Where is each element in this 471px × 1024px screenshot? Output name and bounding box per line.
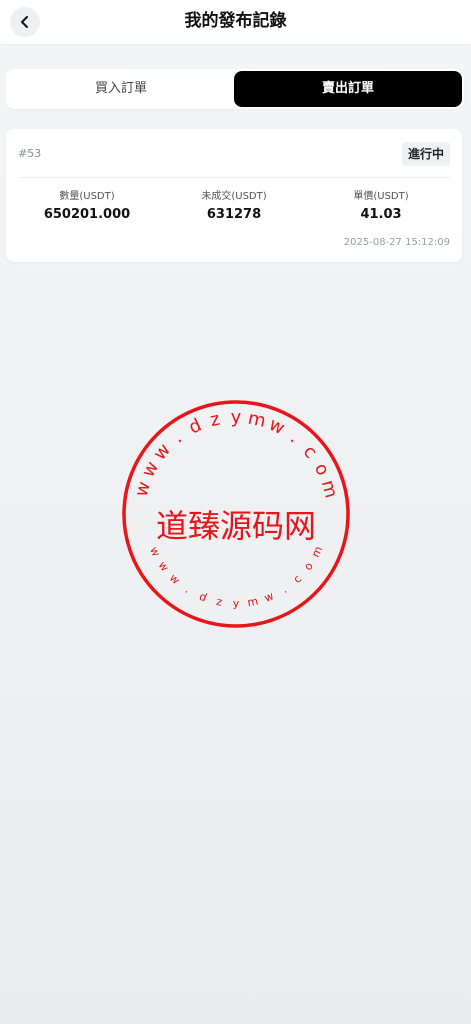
stamp-ring-char: c (299, 441, 321, 462)
stamp-ring-char: w (156, 559, 172, 574)
order-card[interactable]: #53 進行中 數量(USDT) 650201.000 未成交(USDT) 63… (6, 129, 462, 262)
price-stat: 單價(USDT) 41.03 (306, 190, 456, 224)
stamp-ring-char: d (197, 590, 208, 605)
stamp-ring-char: z (215, 595, 223, 609)
tab-sell-orders[interactable]: 賣出訂單 (234, 71, 462, 107)
app-header: 我的發布記錄 (0, 0, 471, 44)
page-title: 我的發布記錄 (184, 11, 287, 31)
stamp-ring-char: y (231, 407, 242, 428)
tab-buy-orders[interactable]: 買入訂單 (8, 71, 234, 107)
stamp-ring-char: c (291, 572, 304, 586)
quantity-value: 650201.000 (43, 207, 131, 222)
stamp-ring-char: o (310, 460, 334, 479)
stamp-ring-char: o (301, 560, 316, 573)
stamp-ring-char: w (167, 571, 182, 587)
stamp-ring-char: w (147, 545, 163, 559)
stamp-ring-text-top: www. d z y mw.com (131, 407, 342, 500)
stamp-ring-char: . (279, 583, 289, 596)
card-divider (18, 177, 450, 178)
stamp-ring-char: m (246, 595, 259, 610)
stamp-ring-char: m (246, 408, 268, 432)
status-badge: 進行中 (401, 142, 450, 166)
stamp-ring-char: w (149, 440, 175, 465)
quantity-stat: 數量(USDT) 650201.000 (12, 190, 162, 224)
stamp-ring-text-bottom: www.d z y m w .com (147, 544, 325, 610)
stamp-ring-char: z (208, 409, 222, 432)
unfilled-label: 未成交(USDT) (201, 191, 267, 202)
quantity-label: 數量(USDT) (59, 191, 115, 202)
stamp-ring-char: w (138, 458, 163, 481)
stamp-ring-char: m (317, 478, 342, 500)
stamp-ring-char: w (266, 414, 288, 439)
stamp-ring (122, 400, 350, 628)
stamp-ring-char: w (131, 479, 155, 499)
stamp-ring-char: d (186, 415, 205, 439)
stamp-ring-char: . (169, 427, 186, 447)
watermark-stamp: 道臻源码网 www. d z y mw.com www.d z y m w .com (122, 400, 350, 628)
price-value: 41.03 (360, 207, 402, 222)
order-type-tabs: 買入訂單 賣出訂單 (6, 69, 464, 109)
price-label: 單價(USDT) (353, 191, 409, 202)
stamp-ring-char: . (183, 583, 193, 596)
stamp-ring-char: . (286, 427, 303, 447)
order-timestamp: 2025-08-27 15:12:09 (343, 237, 450, 248)
stamp-ring-char: w (262, 589, 275, 604)
stamp-ring-char: m (309, 544, 325, 559)
unfilled-value: 631278 (206, 207, 262, 222)
order-id: #53 (18, 147, 42, 160)
unfilled-stat: 未成交(USDT) 631278 (159, 190, 309, 224)
stamp-ring-char: y (233, 597, 240, 610)
stamp-center-text: 道臻源码网 (156, 507, 316, 545)
